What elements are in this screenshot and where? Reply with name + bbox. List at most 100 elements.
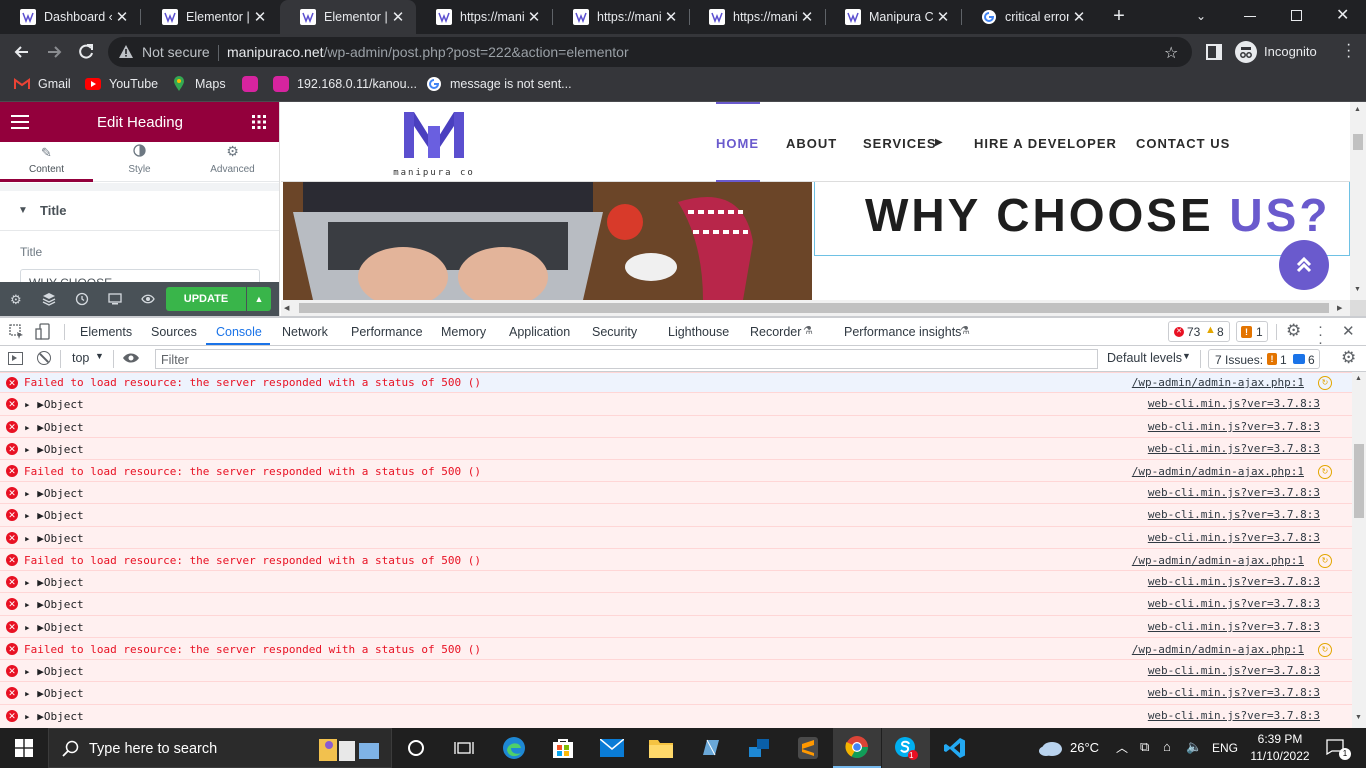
source-link[interactable]: web-cli.min.js?ver=3.7.8:3 <box>1148 709 1320 722</box>
close-tab-icon[interactable]: ✕ <box>797 8 817 26</box>
tab-critical-error[interactable]: critical error i ✕ <box>961 0 1097 34</box>
scroll-right-arrow-icon[interactable]: ▶ <box>1337 304 1342 312</box>
responsive-mode-icon[interactable] <box>108 292 122 306</box>
object-expander[interactable]: ▸ ▶Object <box>24 421 84 434</box>
console-row[interactable]: ✕ ▸ ▶Object web-cli.min.js?ver=3.7.8:3 <box>0 681 1352 704</box>
microsoft-store-icon[interactable] <box>539 728 587 768</box>
bookmark-local-server[interactable]: 192.168.0.11/kanou... <box>273 70 417 98</box>
close-tab-icon[interactable]: ✕ <box>388 8 408 26</box>
history-icon[interactable] <box>75 292 89 306</box>
console-row[interactable]: ✕ Failed to load resource: the server re… <box>0 637 1352 659</box>
source-link[interactable]: /wp-admin/admin-ajax.php:1 <box>1132 465 1304 478</box>
console-row[interactable]: ✕ ▸ ▶Object web-cli.min.js?ver=3.7.8:3 <box>0 392 1352 415</box>
console-row[interactable]: ✕ Failed to load resource: the server re… <box>0 459 1352 481</box>
source-link[interactable]: web-cli.min.js?ver=3.7.8:3 <box>1148 420 1320 433</box>
devtools-tab-console[interactable]: Console <box>216 325 262 339</box>
notepad-app-icon[interactable] <box>686 728 734 768</box>
widgets-grid-icon[interactable] <box>252 115 266 129</box>
back-arrow-icon[interactable] <box>12 42 32 62</box>
taskbar-search-box[interactable]: Type here to search <box>48 728 392 768</box>
bookmark-maps[interactable]: Maps <box>171 70 226 98</box>
console-row[interactable]: ✕ ▸ ▶Object web-cli.min.js?ver=3.7.8:3 <box>0 503 1352 526</box>
tab-advanced[interactable]: ⚙ Advanced <box>186 142 279 182</box>
devtools-tab-elements[interactable]: Elements <box>80 325 132 339</box>
source-link[interactable]: web-cli.min.js?ver=3.7.8:3 <box>1148 620 1320 633</box>
devtools-more-icon[interactable]: · · · <box>1318 318 1323 350</box>
source-link[interactable]: web-cli.min.js?ver=3.7.8:3 <box>1148 531 1320 544</box>
more-menu-icon[interactable]: · · · <box>1346 37 1351 65</box>
source-link[interactable]: web-cli.min.js?ver=3.7.8:3 <box>1148 686 1320 699</box>
forward-arrow-icon[interactable] <box>44 42 64 62</box>
update-options-caret-icon[interactable]: ▲ <box>247 287 271 311</box>
volume-speaker-icon[interactable]: 🔈 <box>1186 739 1202 755</box>
bookmark-message[interactable]: message is not sent... <box>426 70 572 98</box>
console-row[interactable]: ✕ Failed to load resource: the server re… <box>0 372 1352 392</box>
minimize-button[interactable] <box>1244 16 1256 17</box>
close-tab-icon[interactable]: ✕ <box>661 8 681 26</box>
object-expander[interactable]: ▸ ▶Object <box>24 710 84 723</box>
issues-button[interactable]: 7 Issues: ! 1 6 <box>1208 349 1320 369</box>
title-section-header[interactable]: ▼ Title <box>0 191 279 231</box>
clear-console-icon[interactable] <box>37 351 51 365</box>
settings-gear-icon[interactable]: ⚙ <box>10 292 22 308</box>
nav-home[interactable]: HOME <box>716 136 759 151</box>
issues-counter[interactable]: ! 1 <box>1236 321 1268 342</box>
close-devtools-icon[interactable]: ✕ <box>1342 322 1355 340</box>
close-window-button[interactable]: ✕ <box>1336 5 1349 25</box>
bookmark-gmail[interactable]: Gmail <box>14 70 71 98</box>
object-expander[interactable]: ▸ ▶Object <box>24 532 84 545</box>
console-row[interactable]: ✕ ▸ ▶Object web-cli.min.js?ver=3.7.8:3 <box>0 659 1352 681</box>
bookmark-youtube[interactable]: YouTube <box>85 70 158 98</box>
console-scrollbar[interactable]: ▲ ▼ <box>1352 372 1366 728</box>
devtools-tab-lighthouse[interactable]: Lighthouse <box>668 325 729 339</box>
cortana-icon[interactable] <box>392 728 440 768</box>
network-request-icon[interactable]: ↻ <box>1318 465 1332 479</box>
close-tab-icon[interactable]: ✕ <box>933 8 953 26</box>
log-levels-dropdown[interactable]: Default levels <box>1107 351 1182 365</box>
windows-start-icon[interactable] <box>0 728 48 768</box>
tab-manip-1[interactable]: https://manip ✕ <box>416 0 552 34</box>
close-tab-icon[interactable]: ✕ <box>1069 8 1089 26</box>
console-row[interactable]: ✕ ▸ ▶Object web-cli.min.js?ver=3.7.8:3 <box>0 615 1352 637</box>
source-link[interactable]: web-cli.min.js?ver=3.7.8:3 <box>1148 575 1320 588</box>
side-panel-icon[interactable] <box>1206 44 1222 60</box>
network-request-icon[interactable]: ↻ <box>1318 376 1332 390</box>
site-logo-icon[interactable] <box>402 108 466 160</box>
device-toolbar-icon[interactable] <box>35 323 51 341</box>
warning-icon[interactable] <box>118 44 134 60</box>
tab-elementor-active[interactable]: Elementor | H ✕ <box>280 0 416 34</box>
source-link[interactable]: /wp-admin/admin-ajax.php:1 <box>1132 376 1304 389</box>
nav-hire-developer[interactable]: HIRE A DEVELOPER <box>974 136 1117 151</box>
scroll-to-top-button[interactable] <box>1279 240 1329 290</box>
scroll-left-arrow-icon[interactable]: ◀ <box>284 304 289 312</box>
new-tab-button[interactable]: + <box>1108 5 1130 27</box>
live-expression-eye-icon[interactable] <box>122 351 140 365</box>
reload-icon[interactable] <box>76 42 96 62</box>
nav-about[interactable]: ABOUT <box>786 136 837 151</box>
tab-search-icon[interactable]: ⌄ <box>1196 9 1206 23</box>
source-link[interactable]: web-cli.min.js?ver=3.7.8:3 <box>1148 486 1320 499</box>
show-hidden-icons-chevron-icon[interactable]: ︿ <box>1116 739 1128 756</box>
update-button[interactable]: UPDATE <box>166 287 246 311</box>
devtools-tab-application[interactable]: Application <box>509 325 570 339</box>
close-tab-icon[interactable]: ✕ <box>524 8 544 26</box>
meet-now-icon[interactable]: ⧉ <box>1140 739 1149 755</box>
devtools-tab-security[interactable]: Security <box>592 325 637 339</box>
incognito-icon[interactable] <box>1235 41 1257 63</box>
edge-browser-icon[interactable] <box>490 728 538 768</box>
heading-widget[interactable]: WHY CHOOSE US? <box>814 182 1350 256</box>
maximize-button[interactable] <box>1291 10 1302 21</box>
skype-icon[interactable]: 1 <box>882 728 930 768</box>
mail-icon[interactable] <box>588 728 636 768</box>
tab-style[interactable]: Style <box>93 142 186 182</box>
console-row[interactable]: ✕ ▸ ▶Object web-cli.min.js?ver=3.7.8:3 <box>0 415 1352 437</box>
scroll-up-arrow-icon[interactable]: ▲ <box>1355 375 1362 382</box>
vscode-icon[interactable] <box>931 728 979 768</box>
devtools-tab-performance-insights[interactable]: Performance insights <box>844 325 961 339</box>
tab-manip-2[interactable]: https://manip ✕ <box>553 0 689 34</box>
inspect-element-icon[interactable] <box>9 324 25 340</box>
tab-manipura-co[interactable]: Manipura Co ✕ <box>825 0 961 34</box>
context-selector[interactable]: top <box>72 351 89 365</box>
devtools-tab-sources[interactable]: Sources <box>151 325 197 339</box>
preview-scroll-thumb[interactable] <box>1353 134 1363 150</box>
